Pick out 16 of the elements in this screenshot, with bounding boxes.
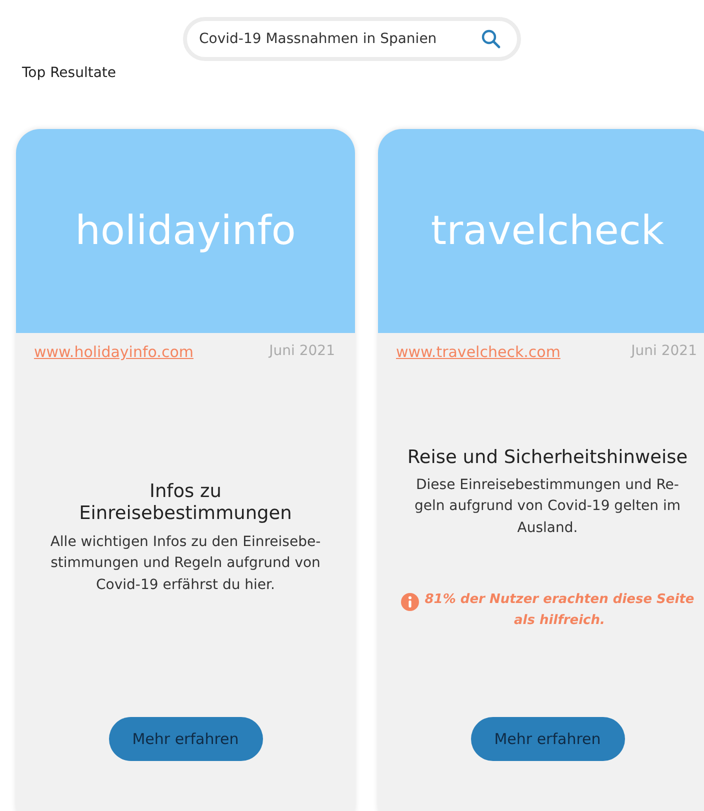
url-link[interactable]: www.travelcheck.com [396, 343, 560, 361]
more-button[interactable]: Mehr erfahren [108, 717, 262, 761]
more-button[interactable]: Mehr erfahren [470, 717, 624, 761]
brand-name: holidayinfo [75, 208, 296, 254]
card-title: Infos zu Einreisebestimmungen [79, 481, 292, 526]
card-description: Diese Einreisebestimmungen und Re- geln aufgrund von Covid-19 gelten im Ausland. [414, 476, 681, 538]
search-field[interactable]: Covid-19 Massnahmen in Spanien [183, 17, 521, 61]
url-link[interactable]: www.holidayinfo.com [34, 343, 194, 361]
card-title: Reise und Sicherheitshinweise [407, 446, 688, 469]
rating-note: 81% der Nutzer erachten diese Seite als hilfreich. [424, 590, 694, 630]
section-title: Top Resultate [22, 65, 116, 81]
brand-name: travelcheck [430, 208, 664, 254]
date-text: Juni 2021 [631, 343, 697, 361]
date-text: Juni 2021 [269, 343, 335, 361]
search-input[interactable]: Covid-19 Massnahmen in Spanien [199, 31, 473, 47]
card-description: Alle wichtigen Infos zu den Einreisebe- stimmungen und Regeln aufgrund von Covid-19 erfährst du hier. [50, 532, 321, 596]
